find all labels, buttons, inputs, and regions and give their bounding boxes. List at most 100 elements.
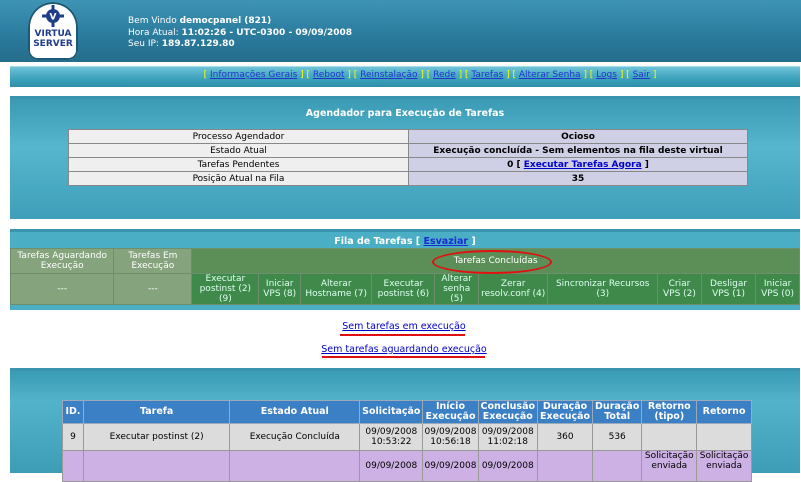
ip-line: Seu IP: 189.87.129.80: [128, 39, 352, 51]
cell-id: 9: [62, 423, 84, 451]
ip-prefix: Seu IP:: [128, 39, 162, 49]
no-waiting-tasks-link[interactable]: Sem tarefas aguardando execução: [254, 344, 554, 355]
done-task: Iniciar VPS (8): [258, 273, 301, 305]
cell-task: Executar postinst (2): [82, 423, 231, 451]
scheduler-value: Ocioso: [408, 129, 748, 144]
col-exec-duration: Duração Execução: [537, 400, 594, 424]
done-task: Desligar VPS (1): [700, 273, 757, 305]
scheduler-value: 0 [ Executar Tarefas Agora ]: [408, 157, 748, 172]
col-waiting-header: Tarefas Aguardando Execução: [9, 248, 115, 274]
cell-id: [62, 450, 84, 482]
nav-bar: [ Informações Gerais ] [ Reboot ] [ Rein…: [10, 66, 800, 87]
welcome-user: democpanel (821): [179, 16, 272, 26]
cell-requested: 09/09/2008: [359, 450, 424, 482]
cell-exec-duration: [537, 450, 594, 482]
cell-started: 09/09/2008: [422, 450, 479, 482]
scheduler-value: Execução concluída - Sem elementos na fi…: [408, 143, 748, 158]
table-row: 09/09/2008 09/09/2008 09/09/2008 Solicit…: [62, 450, 752, 482]
time-line: Hora Atual: 11:02:26 - UTC-0300 - 09/09/…: [128, 28, 352, 40]
pending-count: 0 [: [507, 159, 524, 170]
virtua-server-logo: V VIRTUA SERVER: [28, 2, 78, 60]
table-row: Tarefas Aguardando Execução Tarefas Em E…: [9, 248, 800, 274]
table-row: --- --- Executar postinst (2) (9) Inicia…: [9, 273, 800, 305]
cell-return-type: [641, 423, 698, 451]
done-task: Iniciar VPS (0): [755, 273, 800, 305]
cell-finished: 09/09/2008 11:02:18: [477, 423, 539, 451]
empty-queue-link[interactable]: Esvaziar: [423, 236, 468, 247]
done-task: Alterar senha (5): [434, 273, 480, 305]
scheduler-label: Estado Atual: [68, 143, 409, 158]
nav-reboot[interactable]: Reboot: [313, 70, 345, 80]
done-task: Executar postinst (6): [371, 273, 436, 305]
page-header: V VIRTUA SERVER Bem Vindo democpanel (82…: [0, 0, 801, 62]
cell-total-duration: 536: [592, 423, 643, 451]
scheduler-label: Processo Agendador: [68, 129, 409, 144]
welcome-prefix: Bem Vindo: [128, 16, 180, 26]
col-return: Retorno: [696, 400, 752, 424]
execute-tasks-now-link[interactable]: Executar Tarefas Agora: [524, 160, 642, 170]
svg-text:V: V: [50, 13, 57, 23]
highlight-oval: [432, 250, 552, 274]
main-nav: [ Informações Gerais ] [ Reboot ] [ Rein…: [203, 70, 657, 80]
scheduler-title: Agendador para Execução de Tarefas: [305, 108, 505, 119]
scheduler-table: Processo Agendador Ocioso Estado Atual E…: [68, 129, 748, 186]
logo-text-virtua: VIRTUA: [34, 29, 72, 39]
scheduler-label: Tarefas Pendentes: [68, 157, 409, 172]
col-total-duration: Duração Total: [592, 400, 643, 424]
cell-return: [696, 423, 752, 451]
current-time: 11:02:26 - UTC-0300 - 09/09/2008: [181, 27, 353, 38]
cell-exec-duration: 360: [537, 423, 594, 451]
col-started: Início Execução: [422, 400, 479, 424]
logo-text-server: SERVER: [33, 39, 73, 49]
nav-alterar-senha[interactable]: Alterar Senha: [519, 70, 581, 80]
scheduler-panel: Agendador para Execução de Tarefas Proce…: [10, 96, 800, 219]
table-row: 9 Executar postinst (2) Execução Concluí…: [62, 423, 752, 451]
scheduler-label: Posição Atual na Fila: [68, 171, 409, 186]
done-task: Zerar resolv.conf (4): [478, 273, 549, 305]
queue-table: Tarefas Aguardando Execução Tarefas Em E…: [9, 248, 800, 305]
nav-tarefas[interactable]: Tarefas: [471, 70, 503, 80]
cell-started: 09/09/2008 10:56:18: [422, 423, 479, 451]
col-task: Tarefa: [82, 400, 231, 424]
table-row: Processo Agendador Ocioso: [68, 129, 748, 144]
queue-title-text: Fila de Tarefas [: [334, 236, 424, 247]
cell-state: Execução Concluída: [229, 423, 361, 451]
highlight-underline: [322, 356, 485, 358]
nav-reinstalacao[interactable]: Reinstalação: [360, 70, 417, 80]
table-row: Tarefas Pendentes 0 [ Executar Tarefas A…: [68, 157, 748, 172]
scheduler-value: 35: [408, 171, 748, 186]
cell-requested: 09/09/2008 10:53:22: [359, 423, 424, 451]
queue-panel: Fila de Tarefas [ Esvaziar ] Tarefas Agu…: [9, 229, 800, 310]
cell-task: [82, 450, 231, 482]
running-value: ---: [113, 273, 193, 305]
user-ip: 189.87.129.80: [161, 39, 235, 49]
cell-return-type: Solicitação enviada: [641, 450, 698, 482]
bracket-close: ]: [641, 159, 649, 170]
nav-logs[interactable]: Logs: [596, 70, 617, 80]
bracket-close: ]: [468, 236, 476, 247]
table-header-row: ID. Tarefa Estado Atual Solicitação Iníc…: [62, 400, 752, 424]
time-prefix: Hora Atual:: [128, 27, 182, 38]
nav-informacoes-gerais[interactable]: Informações Gerais: [210, 70, 297, 80]
table-row: Posição Atual na Fila 35: [68, 171, 748, 186]
gear-logo-icon: V: [42, 5, 64, 27]
cell-return: Solicitação enviada: [696, 450, 752, 482]
waiting-value: ---: [9, 273, 115, 305]
queue-title: Fila de Tarefas [ Esvaziar ]: [10, 236, 800, 247]
session-info: Bem Vindo democpanel (821) Hora Atual: 1…: [128, 16, 352, 51]
nav-sair[interactable]: Sair: [633, 70, 650, 80]
cell-finished: 09/09/2008: [477, 450, 539, 482]
done-task: Sincronizar Recursos (3): [547, 273, 659, 305]
highlight-underline: [340, 334, 465, 336]
col-id: ID.: [62, 400, 84, 424]
done-task: Criar VPS (2): [657, 273, 702, 305]
col-running-header: Tarefas Em Execução: [113, 248, 193, 274]
col-state: Estado Atual: [229, 400, 361, 424]
col-finished: Conclusão Execução: [477, 400, 539, 424]
welcome-line: Bem Vindo democpanel (821): [128, 16, 352, 28]
done-task: Executar postinst (2) (9): [191, 273, 260, 305]
cell-total-duration: [592, 450, 643, 482]
cell-state: [229, 450, 361, 482]
nav-rede[interactable]: Rede: [433, 70, 456, 80]
no-running-tasks-link[interactable]: Sem tarefas em execução: [254, 321, 554, 332]
